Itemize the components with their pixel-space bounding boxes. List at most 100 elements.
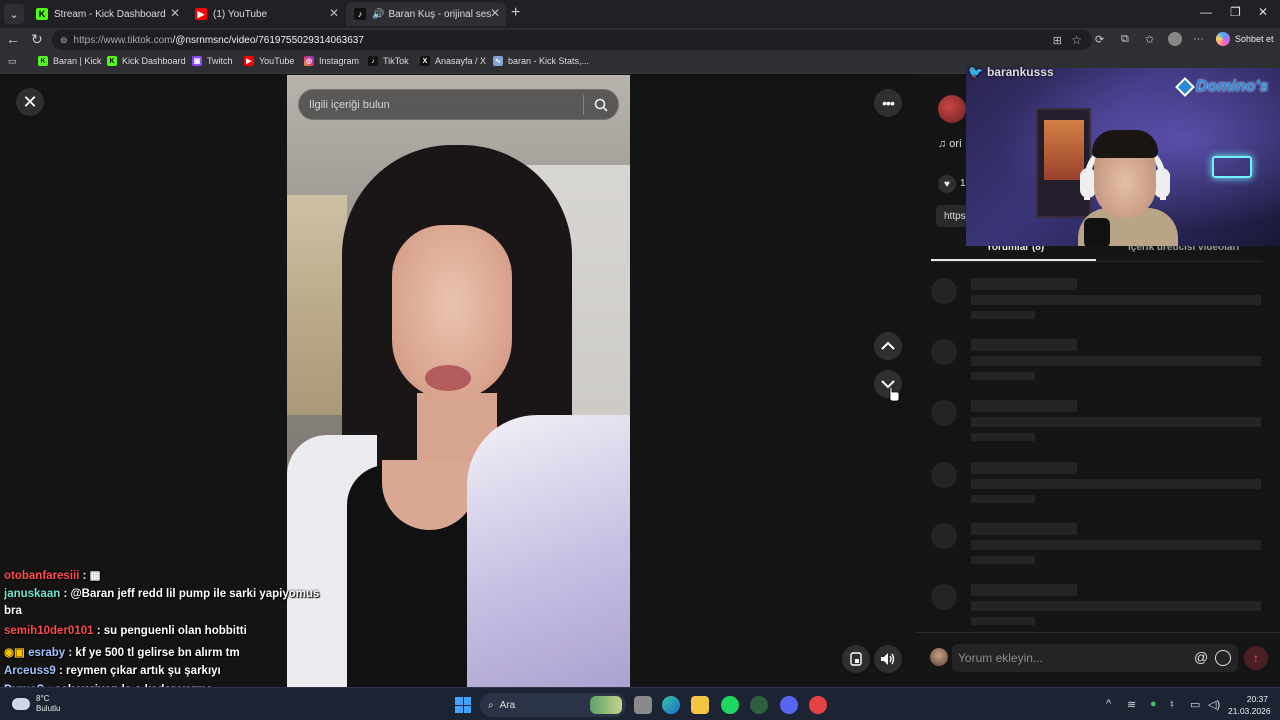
volume-icon[interactable]: ◁) <box>1208 698 1220 711</box>
taskbar-search[interactable]: ⌕ Ara <box>480 693 626 717</box>
author-avatar[interactable] <box>938 95 966 123</box>
address-bar[interactable]: ⊜ https://www.tiktok.com/@nsrnmsnc/video… <box>52 30 1092 50</box>
video-player[interactable] <box>287 75 630 687</box>
heart-icon[interactable]: ♥ <box>938 175 956 193</box>
app-icon[interactable]: ⊞ <box>1053 34 1062 47</box>
chat-message-continued: bra <box>4 605 22 617</box>
tab-label: (1) YouTube <box>213 8 268 20</box>
kick-icon: K <box>107 56 117 66</box>
chat-text: bra <box>4 605 22 617</box>
kick-icon: K <box>38 56 48 66</box>
chevron-up-icon[interactable]: ^ <box>1106 698 1111 710</box>
window-close-icon[interactable]: ✕ <box>1258 5 1268 19</box>
youtube-icon: ▶ <box>244 56 254 66</box>
new-tab-button[interactable]: + <box>511 4 520 22</box>
emoji-icon[interactable] <box>1215 650 1231 666</box>
discord-icon[interactable] <box>780 696 798 714</box>
split-screen-icon[interactable]: ⧉ <box>1121 33 1129 46</box>
chat-message: semih10der0101 : su penguenli olan hobbi… <box>4 625 247 637</box>
bookmark-baran-kick[interactable]: K Baran | Kick <box>38 56 101 66</box>
extensions-icon[interactable]: ⟳ <box>1095 33 1104 46</box>
bookmark-kick-dashboard[interactable]: K Kick Dashboard <box>107 56 186 66</box>
weather-desc: Bulutlu <box>36 704 61 713</box>
mention-icon[interactable]: @ <box>1194 649 1208 665</box>
cloud-icon <box>12 698 30 710</box>
related-search-input[interactable] <box>299 98 583 111</box>
bookmark-twitch[interactable]: ▣ Twitch <box>192 56 233 66</box>
app-icon[interactable] <box>809 696 827 714</box>
tab-actions-menu-button[interactable]: ⌄ <box>4 4 24 24</box>
display-icon[interactable]: ▭ <box>1190 698 1200 711</box>
bookmark-x[interactable]: X Anasayfa / X <box>420 56 486 66</box>
audio-icon[interactable]: ≋ <box>1127 698 1136 711</box>
close-icon[interactable]: ✕ <box>329 6 339 20</box>
spotify-icon[interactable] <box>721 696 739 714</box>
close-icon[interactable]: ✕ <box>170 6 180 20</box>
clock-date: 21.03.2026 <box>1228 706 1271 716</box>
volume-button[interactable] <box>874 645 902 673</box>
reading-list-icon[interactable]: ▭ <box>8 56 17 67</box>
sponsor-logo: Domino's <box>1175 77 1268 97</box>
twitter-handle-overlay: 🐦 barankusss <box>968 65 1054 79</box>
microphone-icon[interactable]: ♮ <box>1170 698 1174 711</box>
music-label[interactable]: ♫ ori <box>938 138 962 150</box>
bookmark-label: Twitch <box>207 56 233 66</box>
chat-text: : kf ye 500 tl gelirse bn alırm tm <box>65 647 240 659</box>
bookmark-instagram[interactable]: ◎ Instagram <box>304 56 359 66</box>
bookmark-label: Instagram <box>319 56 360 66</box>
bookmark-youtube[interactable]: ▶ YouTube <box>244 56 294 66</box>
copilot-button[interactable]: Sohbet et <box>1216 32 1274 46</box>
start-menu-icon[interactable] <box>455 697 471 713</box>
chat-username: esraby <box>28 647 66 659</box>
badge-icon: ◉▣ <box>4 647 29 659</box>
edge-icon[interactable] <box>662 696 680 714</box>
send-comment-button[interactable]: ↑ <box>1244 646 1268 670</box>
close-video-button[interactable]: ✕ <box>16 88 44 116</box>
favorites-icon[interactable]: ✩ <box>1145 33 1154 46</box>
windows-taskbar: 8°C Bulutlu ⌕ Ara ^ ≋ ● ♮ ▭ ◁) 20:37 21.… <box>0 687 1280 720</box>
tab-youtube[interactable]: ▶ (1) YouTube ✕ <box>187 2 345 26</box>
search-icon[interactable] <box>584 98 618 112</box>
chat-text: : su penguenli olan hobbitti <box>93 625 247 637</box>
more-options-button[interactable]: ••• <box>874 89 902 117</box>
dominos-logo-icon <box>1175 77 1195 97</box>
bookmark-kick-stats[interactable]: ∿ baran - Kick Stats,... <box>493 56 589 66</box>
chat-message: januskaan : @Baran jeff redd lil pump il… <box>4 588 319 600</box>
system-clock[interactable]: 20:37 21.03.2026 <box>1228 693 1271 717</box>
search-icon: ⌕ <box>488 699 494 711</box>
url-path: /@nsrnmsnc/video/7619755029314063637 <box>172 34 364 46</box>
minimize-icon[interactable]: — <box>1200 5 1212 19</box>
bookmark-label: YouTube <box>259 56 295 66</box>
speaker-icon[interactable]: 🔊 <box>372 9 384 20</box>
bookmark-label: Kick Dashboard <box>122 56 186 66</box>
tab-kick-dashboard[interactable]: K Stream - Kick Dashboard ✕ <box>28 2 186 26</box>
floating-player-button[interactable] <box>842 645 870 673</box>
status-dot-icon[interactable]: ● <box>1150 698 1157 710</box>
x-icon: X <box>420 56 430 66</box>
tab-tiktok[interactable]: ♪ 🔊 Baran Kuş - orijinal ses | TikTo ✕ <box>346 2 506 26</box>
taskbar-search-label: Ara <box>499 699 516 711</box>
chat-username: Arceuss9 <box>4 665 56 677</box>
favorite-star-icon[interactable]: ☆ <box>1071 33 1082 47</box>
chat-text: : @Baran jeff redd lil pump ile sarki ya… <box>60 588 320 600</box>
weather-widget[interactable]: 8°C Bulutlu <box>12 694 60 714</box>
chat-text: : reymen çıkar artık şu şarkıyı <box>55 665 221 677</box>
file-explorer-icon[interactable] <box>691 696 709 714</box>
site-info-icon[interactable]: ⊜ <box>60 35 68 46</box>
more-menu-icon[interactable]: ··· <box>1193 33 1204 45</box>
tiktok-icon: ♪ <box>354 8 366 20</box>
close-icon[interactable]: ✕ <box>490 6 500 20</box>
reload-icon[interactable]: ↻ <box>31 31 43 48</box>
bookmark-tiktok[interactable]: ♪ TikTok <box>368 56 409 66</box>
mouse-cursor-icon <box>889 386 900 402</box>
bookmark-label: baran - Kick Stats,... <box>508 56 590 66</box>
pip-icon <box>850 652 862 666</box>
app-icon[interactable] <box>750 696 768 714</box>
back-arrow-icon[interactable]: ← <box>6 31 20 47</box>
profile-avatar[interactable] <box>1168 32 1182 46</box>
restore-icon[interactable]: ❐ <box>1230 5 1241 19</box>
task-view-icon[interactable] <box>634 696 652 714</box>
previous-video-button[interactable] <box>874 332 902 360</box>
browser-tab-strip: ⌄ K Stream - Kick Dashboard ✕ ▶ (1) YouT… <box>0 0 1280 28</box>
copilot-icon <box>1216 32 1230 46</box>
